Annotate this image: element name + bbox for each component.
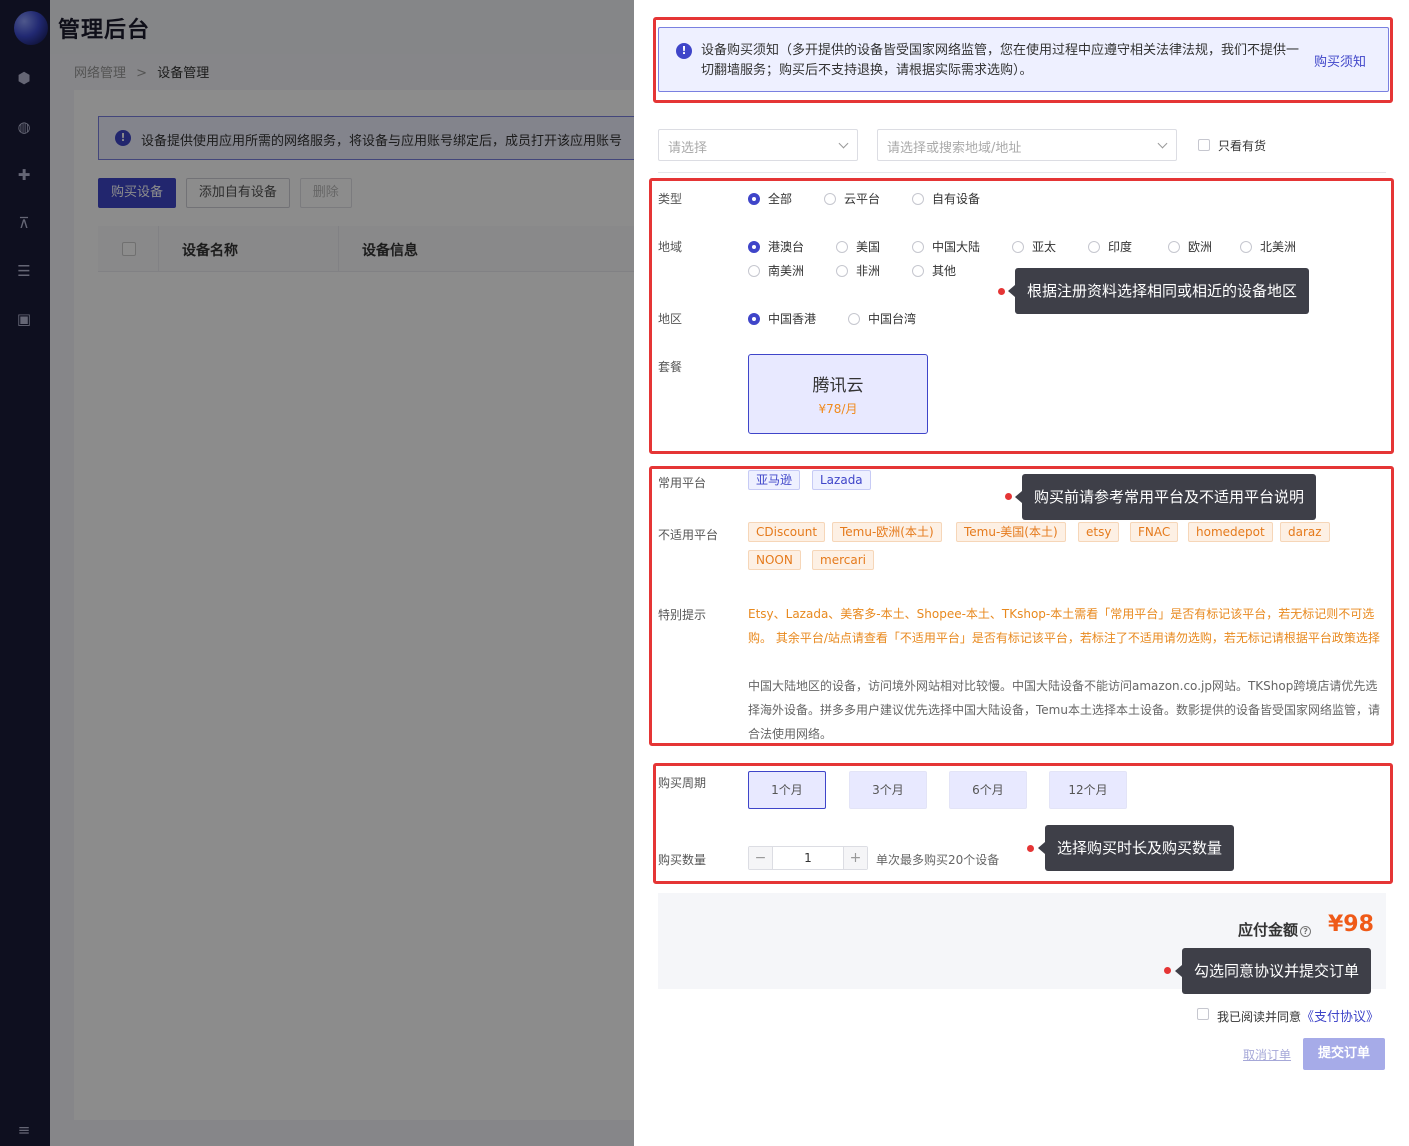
- tip-period: 选择购买时长及购买数量: [1037, 825, 1235, 871]
- purchase-drawer: ! 设备购买须知（多开提供的设备皆受国家网络监管，您在使用过程中应遵守相关法律法…: [634, 0, 1409, 1146]
- cancel-order-link[interactable]: 取消订单: [1243, 1046, 1291, 1063]
- chevron-down-icon: [838, 138, 849, 149]
- tip-dot: [1005, 493, 1012, 500]
- agreement-checkbox[interactable]: [1197, 1008, 1209, 1020]
- category-select[interactable]: 请选择: [658, 129, 858, 161]
- chevron-down-icon: [1157, 138, 1168, 149]
- region-search-select[interactable]: 请选择或搜索地域/地址: [877, 129, 1177, 161]
- tip-dot: [1164, 967, 1171, 974]
- agreement-link[interactable]: 《支付协议》: [1301, 1010, 1379, 1025]
- tip-dot: [1027, 845, 1034, 852]
- in-stock-label: 只看有货: [1218, 139, 1267, 153]
- help-icon[interactable]: ?: [1300, 926, 1312, 937]
- highlight-frame-notice: [653, 17, 1393, 103]
- tip-platform: 购买前请参考常用平台及不适用平台说明: [1014, 474, 1317, 520]
- submit-order-button[interactable]: 提交订单: [1303, 1038, 1385, 1070]
- region-search-placeholder: 请选择或搜索地域/地址: [887, 141, 1022, 156]
- agreement-label: 我已阅读并同意: [1217, 1010, 1302, 1024]
- category-select-placeholder: 请选择: [668, 141, 708, 156]
- highlight-frame-period: [653, 763, 1393, 884]
- tip-region: 根据注册资料选择相同或相近的设备地区: [1007, 268, 1310, 314]
- highlight-frame-options: [649, 178, 1394, 454]
- total-label: 应付金额?: [1238, 919, 1312, 940]
- tip-dot: [998, 288, 1005, 295]
- filter-divider: [658, 172, 1386, 173]
- in-stock-checkbox[interactable]: [1198, 139, 1210, 151]
- modal-overlay[interactable]: [0, 0, 634, 1146]
- agreement-text: 我已阅读并同意《支付协议》: [1217, 1006, 1379, 1025]
- total-label-text: 应付金额: [1238, 921, 1299, 939]
- total-amount: ¥98: [1328, 912, 1374, 937]
- tip-submit: 勾选同意协议并提交订单: [1174, 948, 1372, 994]
